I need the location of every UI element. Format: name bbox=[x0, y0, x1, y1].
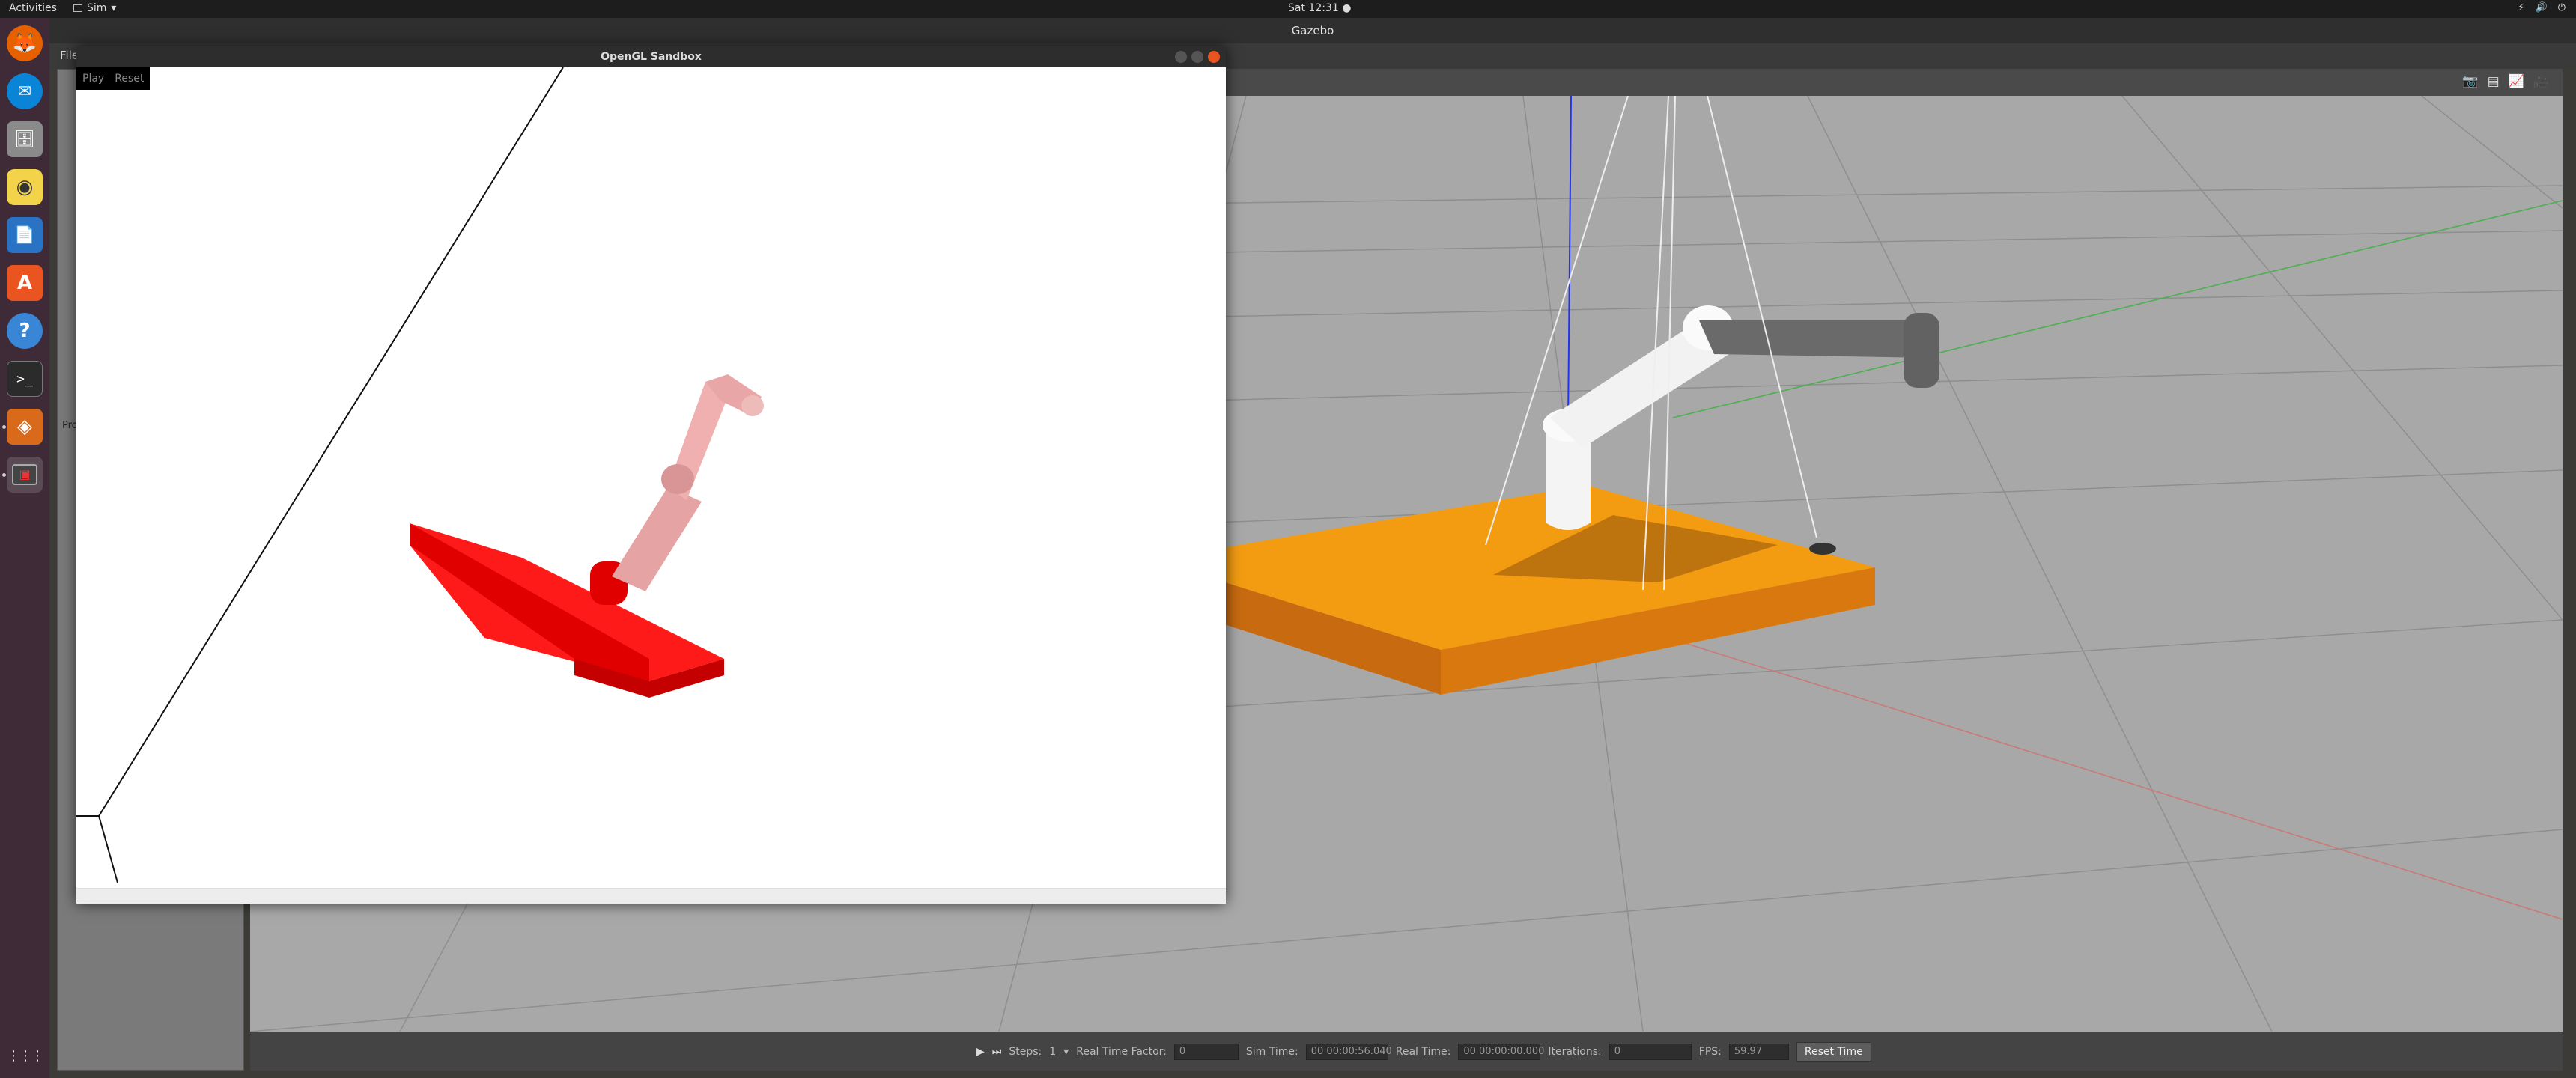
running-indicator bbox=[2, 473, 6, 477]
show-applications-icon[interactable]: ⋮⋮⋮ bbox=[7, 1038, 44, 1074]
clock[interactable]: Sat 12:31 ● bbox=[1288, 2, 1351, 14]
sim-time-label: Sim Time: bbox=[1245, 1046, 1298, 1058]
help-icon[interactable]: ? bbox=[7, 313, 43, 349]
real-time-label: Real Time: bbox=[1395, 1046, 1451, 1058]
steps-value[interactable]: 1 bbox=[1049, 1046, 1056, 1058]
arm-end-effector bbox=[741, 395, 764, 416]
log-icon[interactable]: ▤ bbox=[2488, 74, 2500, 89]
y-axis-line bbox=[1672, 200, 2563, 418]
sandbox-canvas[interactable] bbox=[76, 67, 1226, 883]
volume-icon: 🔊 bbox=[2535, 2, 2548, 13]
software-icon[interactable]: A bbox=[7, 265, 43, 301]
fps-label: FPS: bbox=[1698, 1046, 1722, 1058]
sandbox-footer bbox=[76, 888, 1226, 904]
gazebo-icon[interactable]: ◈ bbox=[7, 409, 43, 445]
arm-forearm-link bbox=[1699, 320, 1931, 358]
fps-field: 59.97 bbox=[1728, 1044, 1789, 1060]
app-menu-icon bbox=[73, 4, 82, 12]
chevron-down-icon: ▾ bbox=[111, 2, 117, 14]
rhythmbox-icon[interactable]: ◉ bbox=[7, 169, 43, 205]
iterations-field: 0 bbox=[1609, 1044, 1692, 1060]
writer-icon[interactable]: 📄 bbox=[7, 217, 43, 253]
floor-edge-line bbox=[98, 815, 118, 883]
chevron-down-icon[interactable]: ▾ bbox=[1063, 1046, 1069, 1058]
system-tray[interactable]: ⚡ 🔊 ⏻ bbox=[2518, 2, 2566, 13]
sandbox-title: OpenGL Sandbox bbox=[601, 51, 702, 63]
steps-label: Steps: bbox=[1009, 1046, 1042, 1058]
reset-button[interactable]: Reset bbox=[115, 73, 144, 85]
thunderbird-icon[interactable]: ✉ bbox=[7, 73, 43, 109]
sandbox-scene bbox=[76, 67, 764, 883]
dock: 🦊 ✉ 🗄 ◉ 📄 A ? >_ ◈ ▣ ⋮⋮⋮ bbox=[0, 18, 49, 1078]
minimize-button[interactable] bbox=[1175, 51, 1187, 63]
firefox-icon[interactable]: 🦊 bbox=[7, 25, 43, 61]
gazebo-time-panel: ▶ ⏭ Steps: 1 ▾ Real Time Factor: 0 Sim T… bbox=[250, 1032, 2563, 1071]
base-plate-top bbox=[410, 523, 724, 681]
terminal-icon[interactable]: >_ bbox=[7, 361, 43, 397]
activities-button[interactable]: Activities bbox=[9, 2, 57, 14]
real-time-field: 00 00:00:00.000 bbox=[1458, 1044, 1544, 1060]
arm-wrist bbox=[1904, 313, 1939, 388]
maximize-button[interactable] bbox=[1191, 51, 1203, 63]
sandbox-titlebar: OpenGL Sandbox bbox=[76, 46, 1226, 67]
arm-elbow bbox=[661, 464, 694, 494]
app-menu-label: Sim bbox=[87, 2, 107, 14]
plot-icon[interactable]: 📈 bbox=[2509, 74, 2524, 89]
running-indicator bbox=[2, 425, 6, 429]
sim-time-field: 00 00:00:56.040 bbox=[1305, 1044, 1392, 1060]
video-icon[interactable]: 🎥 bbox=[2533, 74, 2549, 89]
camera-icon[interactable]: 📷 bbox=[2462, 74, 2478, 89]
close-button[interactable] bbox=[1208, 51, 1220, 63]
top-bar: Activities Sim ▾ Sat 12:31 ● ⚡ 🔊 ⏻ bbox=[0, 0, 2576, 18]
light-source-marker bbox=[1809, 543, 1836, 555]
sandbox-controls: Play Reset bbox=[76, 67, 151, 90]
left-panel-label: Pro bbox=[62, 420, 78, 431]
floor-edge-line bbox=[76, 67, 564, 817]
rtf-field: 0 bbox=[1173, 1044, 1239, 1060]
z-axis-line bbox=[1567, 96, 1572, 426]
reset-time-button[interactable]: Reset Time bbox=[1796, 1042, 1871, 1062]
power-icon: ⏻ bbox=[2557, 2, 2566, 13]
step-icon[interactable]: ⏭ bbox=[992, 1046, 1002, 1058]
play-icon[interactable]: ▶ bbox=[976, 1046, 985, 1058]
iterations-label: Iterations: bbox=[1548, 1046, 1602, 1058]
play-button[interactable]: Play bbox=[82, 73, 104, 85]
app-menu[interactable]: Sim ▾ bbox=[73, 2, 116, 14]
files-icon[interactable]: 🗄 bbox=[7, 121, 43, 157]
sandbox-app-icon[interactable]: ▣ bbox=[7, 457, 43, 493]
arm-lower-link bbox=[612, 487, 702, 591]
network-icon: ⚡ bbox=[2518, 2, 2525, 13]
rtf-label: Real Time Factor: bbox=[1076, 1046, 1167, 1058]
gazebo-titlebar: Gazebo bbox=[49, 18, 2576, 43]
opengl-sandbox-window: OpenGL Sandbox Play Reset bbox=[76, 46, 1226, 904]
